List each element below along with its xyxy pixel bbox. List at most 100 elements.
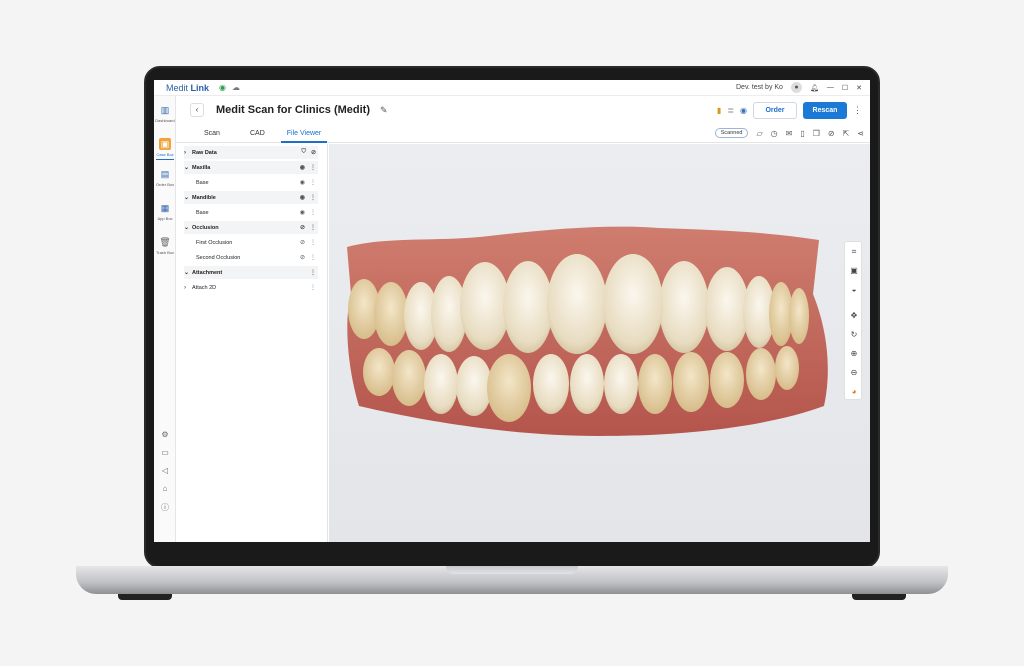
tree-group-occlusion[interactable]: ⌄ Occlusion ⊘ ⋮ — [184, 221, 318, 234]
eye-off-icon[interactable]: ⊘ — [311, 149, 316, 156]
order-box-icon: ▤ — [160, 169, 170, 179]
layers-icon[interactable]: ≣ — [727, 106, 734, 115]
rail-label: Order Box — [155, 182, 175, 187]
more-icon[interactable]: ⋮ — [310, 269, 316, 276]
laptop-foot — [852, 594, 906, 600]
rail-label: Case Box — [156, 152, 174, 157]
maximize-icon[interactable]: ☐ — [842, 84, 848, 92]
rail-label: App Box — [157, 216, 173, 221]
more-icon[interactable]: ⋮ — [310, 284, 316, 291]
note-icon[interactable]: ▱ — [756, 129, 762, 138]
zoom-in-icon[interactable]: ⊕ — [845, 349, 863, 358]
cloud-icon[interactable]: ☁ — [232, 83, 240, 92]
eye-off-icon[interactable]: ⊘ — [300, 224, 305, 231]
eye-icon[interactable]: ◉ — [300, 209, 305, 216]
megaphone-icon[interactable]: ◁ — [154, 466, 176, 475]
document-icon[interactable]: ▯ — [800, 129, 804, 138]
minimize-icon[interactable]: — — [827, 84, 834, 91]
color-bar-icon[interactable]: ▮ — [717, 106, 721, 115]
tree-group-raw-data[interactable]: › Raw Data ⛉ ⊘ — [184, 146, 318, 159]
more-icon[interactable]: ⋮ — [853, 105, 862, 116]
more-icon[interactable]: ⋮ — [310, 224, 316, 231]
tree-label: Base — [196, 179, 209, 186]
tree-item-first-occlusion[interactable]: First Occlusion ⊘ ⋮ — [184, 236, 318, 249]
tree-group-maxilla[interactable]: ⌄ Maxilla ◉ ⋮ — [184, 161, 318, 174]
more-icon[interactable]: ⋮ — [310, 164, 316, 171]
eye-off-icon[interactable]: ⊘ — [300, 239, 305, 246]
dental-scan-model[interactable] — [329, 144, 870, 542]
more-icon[interactable]: ⋮ — [310, 179, 316, 186]
tree-item-attach-2d[interactable]: › Attach 2D ⋮ — [184, 281, 318, 294]
rail-item-trash-box[interactable]: 🗑︎ Trash Box — [154, 236, 176, 255]
rail-item-dashboard[interactable]: ▥ Dashboard — [154, 104, 176, 123]
eye-icon[interactable]: ◉ — [740, 106, 747, 115]
share-icon[interactable]: ⋖ — [857, 129, 864, 138]
copy-icon[interactable]: ❐ — [813, 129, 820, 138]
view-angle-icon[interactable]: ◒ — [845, 285, 863, 294]
trash-icon: 🗑︎ — [159, 237, 171, 247]
view-tools: ⌗ ▣ ◒ ✥ ↻ ⊕ ⊖ ◕ — [844, 241, 862, 400]
rotate-icon[interactable]: ↻ — [845, 330, 863, 339]
rescan-button[interactable]: Rescan — [803, 101, 847, 119]
case-header: ‹ Medit Scan for Clinics (Medit) ✎ ▮ ≣ ◉… — [176, 96, 870, 124]
pencil-icon[interactable]: ✎ — [380, 105, 388, 116]
rail-item-case-box[interactable]: ▣ Case Box — [154, 138, 176, 160]
tree-label: Second Occlusion — [196, 254, 241, 261]
data-tree-panel: › Raw Data ⛉ ⊘ ⌄ Maxilla ◉ ⋮ Base ◉ ⋮ ⌄ Man… — [176, 144, 328, 542]
chevron-right-icon: › — [184, 149, 186, 156]
back-button[interactable]: ‹ — [190, 103, 204, 117]
laptop-foot — [118, 594, 172, 600]
case-box-icon: ▣ — [159, 138, 171, 150]
more-icon[interactable]: ⋮ — [310, 239, 316, 246]
tree-group-attachment[interactable]: ⌄ Attachment ⋮ — [184, 266, 318, 279]
filter-icon[interactable]: ⛉ — [301, 149, 306, 156]
eye-icon[interactable]: ◉ — [300, 194, 305, 201]
focus-icon[interactable]: ▣ — [845, 266, 863, 275]
rail-item-order-box[interactable]: ▤ Order Box — [154, 168, 176, 187]
chevron-down-icon: ⌄ — [184, 225, 190, 231]
eye-off-icon[interactable]: ⊘ — [300, 254, 305, 261]
fit-view-icon[interactable]: ⌗ — [845, 247, 863, 257]
rail-label: Trash Box — [155, 250, 175, 255]
bell-icon[interactable]: 🔔︎ — [810, 84, 819, 92]
info-icon[interactable]: ⓘ — [154, 502, 176, 513]
more-icon[interactable]: ⋮ — [310, 254, 316, 261]
export-icon[interactable]: ⇱ — [843, 129, 850, 138]
history-icon[interactable]: ◷ — [771, 129, 778, 138]
home-icon[interactable]: ⌂ — [154, 484, 176, 493]
attach-icon[interactable]: ⊘ — [828, 129, 835, 138]
tree-label: Attachment — [192, 269, 223, 276]
avatar[interactable]: ● — [790, 82, 802, 93]
settings-icon[interactable]: ⚙ — [154, 430, 176, 439]
mail-icon[interactable]: ✉ — [786, 129, 793, 138]
color-map-icon[interactable]: ◕ — [845, 387, 863, 396]
tree-label: Base — [196, 209, 209, 216]
3d-viewer[interactable] — [329, 144, 870, 542]
folder-icon[interactable]: ▭ — [154, 448, 176, 457]
chart-icon: ▥ — [160, 105, 170, 115]
app-rail: ▥ Dashboard ▣ Case Box ▤ Order Box ▦ App… — [154, 96, 176, 542]
rail-item-app-box[interactable]: ▦ App Box — [154, 202, 176, 221]
more-icon[interactable]: ⋮ — [310, 209, 316, 216]
order-button[interactable]: Order — [753, 101, 797, 119]
tree-item-mandible-base[interactable]: Base ◉ ⋮ — [184, 206, 318, 219]
chevron-down-icon: ⌄ — [184, 270, 190, 276]
more-icon[interactable]: ⋮ — [310, 194, 316, 201]
tree-item-second-occlusion[interactable]: Second Occlusion ⊘ ⋮ — [184, 251, 318, 264]
camera-notch — [576, 68, 736, 79]
chevron-down-icon: ⌄ — [184, 165, 190, 171]
close-icon[interactable]: ✕ — [856, 84, 862, 92]
zoom-out-icon[interactable]: ⊖ — [845, 368, 863, 377]
lid-opening-notch — [446, 566, 578, 574]
move-icon[interactable]: ✥ — [845, 311, 863, 320]
tree-item-maxilla-base[interactable]: Base ◉ ⋮ — [184, 176, 318, 189]
tree-group-mandible[interactable]: ⌄ Mandible ◉ ⋮ — [184, 191, 318, 204]
eye-icon[interactable]: ◉ — [300, 164, 305, 171]
tab-file-viewer[interactable]: File Viewer — [280, 124, 327, 143]
chevron-down-icon: ⌄ — [184, 195, 190, 201]
laptop-base — [76, 566, 948, 594]
tab-cad[interactable]: CAD — [250, 124, 265, 143]
tab-scan[interactable]: Scan — [204, 124, 220, 143]
eye-icon[interactable]: ◉ — [300, 179, 305, 186]
tree-label: Attach 2D — [192, 284, 217, 291]
